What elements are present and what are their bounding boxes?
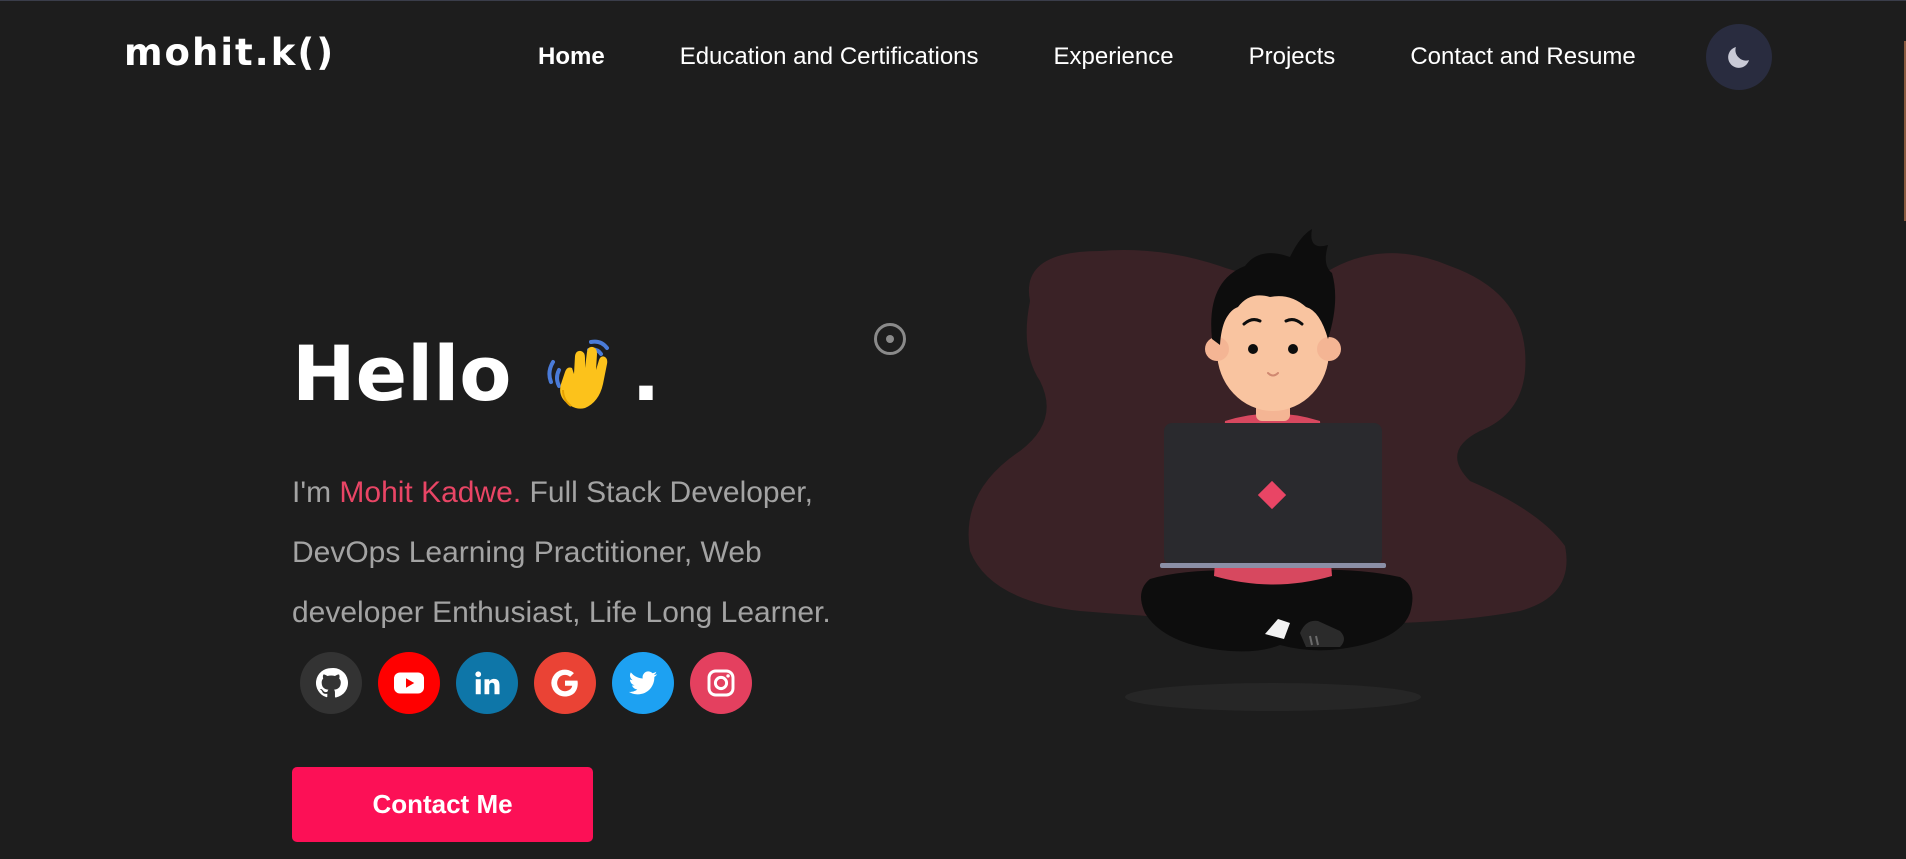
waving-hand-icon xyxy=(541,334,621,414)
custom-cursor xyxy=(874,323,906,355)
hero-greeting: Hello . xyxy=(292,329,660,418)
ear-right xyxy=(1317,337,1341,361)
eye-left xyxy=(1248,344,1258,354)
contact-me-button[interactable]: Contact Me xyxy=(292,767,593,842)
theme-toggle-button[interactable] xyxy=(1706,24,1772,90)
moon-icon xyxy=(1728,47,1749,68)
github-icon xyxy=(315,667,348,698)
intro-prefix: I'm xyxy=(292,476,340,509)
greeting-period: . xyxy=(631,329,661,418)
main-nav: Home Education and Certifications Experi… xyxy=(538,37,1636,77)
instagram-link[interactable] xyxy=(690,652,752,714)
linkedin-link[interactable] xyxy=(456,652,518,714)
nav-item-contact-resume[interactable]: Contact and Resume xyxy=(1410,43,1635,71)
google-icon xyxy=(551,669,578,697)
instagram-icon xyxy=(707,669,735,697)
twitter-link[interactable] xyxy=(612,652,674,714)
nav-item-projects[interactable]: Projects xyxy=(1249,43,1336,71)
page: mohit.k() Home Education and Certificati… xyxy=(0,0,1906,859)
ground-shadow xyxy=(1125,683,1421,711)
github-link[interactable] xyxy=(300,652,362,714)
nav-item-education[interactable]: Education and Certifications xyxy=(680,43,979,71)
developer-illustration xyxy=(968,229,1567,711)
hero-intro: I'm Mohit Kadwe. Full Stack Developer, D… xyxy=(292,463,872,643)
google-link[interactable] xyxy=(534,652,596,714)
eye-right xyxy=(1288,344,1298,354)
laptop-base xyxy=(1160,563,1386,568)
nav-item-experience[interactable]: Experience xyxy=(1054,43,1174,71)
twitter-icon xyxy=(628,671,658,695)
nav-item-home[interactable]: Home xyxy=(538,43,605,71)
greeting-text: Hello xyxy=(292,329,512,418)
youtube-link[interactable] xyxy=(378,652,440,714)
youtube-icon xyxy=(394,672,424,694)
intro-name: Mohit Kadwe. xyxy=(339,476,522,509)
site-logo[interactable]: mohit.k() xyxy=(124,31,335,74)
linkedin-icon xyxy=(475,671,500,695)
social-links xyxy=(300,652,752,714)
